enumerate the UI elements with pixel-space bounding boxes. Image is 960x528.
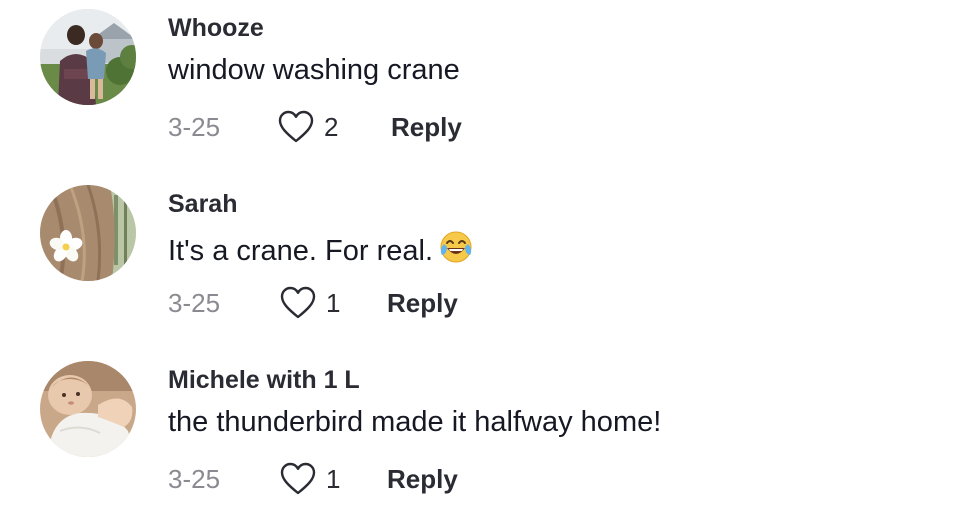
avatar[interactable] bbox=[40, 9, 136, 105]
comment-item: Sarah It's a crane. For real. 3-25 1 Rep… bbox=[0, 176, 960, 352]
heart-outline-icon bbox=[280, 462, 316, 495]
comment-username[interactable]: Sarah bbox=[168, 190, 237, 219]
reply-button[interactable]: Reply bbox=[387, 288, 458, 319]
heart-outline-icon bbox=[278, 110, 314, 143]
like-count: 1 bbox=[326, 464, 341, 494]
comment-meta: 3-25 2 Reply bbox=[168, 108, 668, 148]
like-button[interactable]: 1 bbox=[280, 460, 360, 500]
comment-text: window washing crane bbox=[168, 54, 460, 86]
like-button[interactable]: 1 bbox=[280, 284, 360, 324]
avatar[interactable] bbox=[40, 185, 136, 281]
face-with-tears-of-joy-icon bbox=[440, 231, 472, 263]
comment-meta: 3-25 1 Reply bbox=[168, 460, 668, 500]
comment-text-content: It's a crane. For real. bbox=[168, 235, 434, 267]
like-count: 2 bbox=[324, 112, 339, 142]
reply-button[interactable]: Reply bbox=[387, 464, 458, 495]
comment-meta: 3-25 1 Reply bbox=[168, 284, 668, 324]
comment-item: Michele with 1 L the thunderbird made it… bbox=[0, 352, 960, 528]
hair-with-flower-clip-photo bbox=[40, 185, 136, 281]
comment-username[interactable]: Michele with 1 L bbox=[168, 366, 360, 395]
comment-text: the thunderbird made it halfway home! bbox=[168, 406, 662, 438]
reply-button[interactable]: Reply bbox=[391, 112, 462, 143]
comment-date: 3-25 bbox=[168, 288, 221, 318]
like-button[interactable]: 2 bbox=[278, 108, 358, 148]
comment-item: Whooze window washing crane 3-25 2 Reply bbox=[0, 0, 960, 176]
comment-date: 3-25 bbox=[168, 464, 221, 494]
comment-text: It's a crane. For real. bbox=[168, 230, 473, 268]
heart-outline-icon bbox=[280, 286, 316, 319]
baby-photo bbox=[40, 361, 136, 457]
comment-date: 3-25 bbox=[168, 112, 221, 142]
man-holding-child-photo bbox=[40, 9, 136, 105]
avatar[interactable] bbox=[40, 361, 136, 457]
comment-username[interactable]: Whooze bbox=[168, 14, 264, 43]
like-count: 1 bbox=[326, 288, 341, 318]
